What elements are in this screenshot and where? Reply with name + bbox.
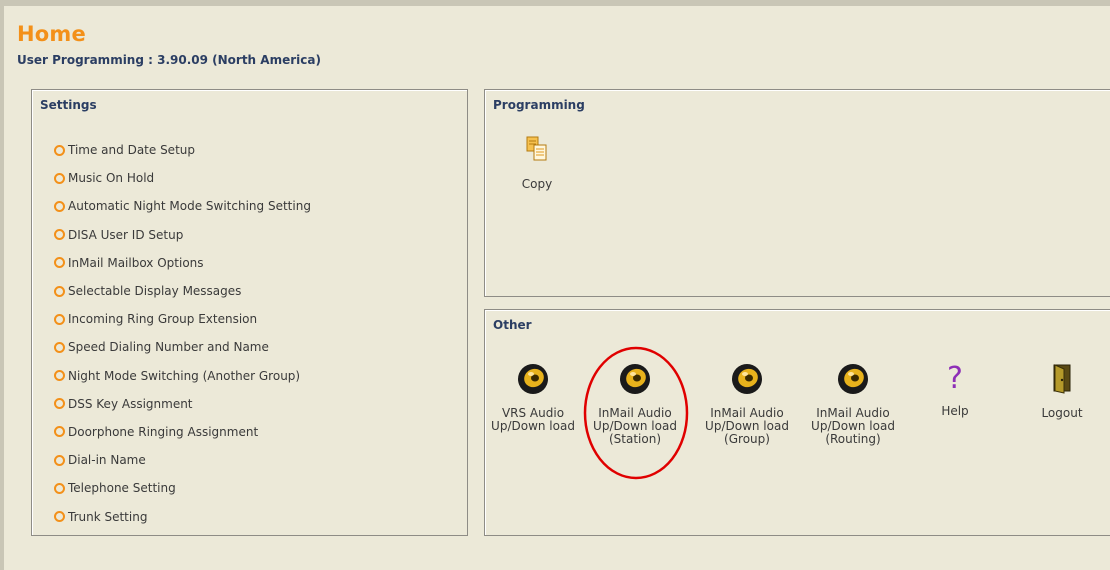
settings-item-label: DISA User ID Setup <box>68 227 184 242</box>
speaker-icon <box>732 364 762 394</box>
settings-item-night-mode-another-group[interactable]: Night Mode Switching (Another Group) <box>54 362 311 390</box>
settings-item-time-and-date-setup[interactable]: Time and Date Setup <box>54 136 311 164</box>
bullet-icon <box>54 370 65 382</box>
settings-item-music-on-hold[interactable]: Music On Hold <box>54 164 311 192</box>
bullet-icon <box>54 454 65 466</box>
settings-item-label: Doorphone Ringing Assignment <box>68 424 259 439</box>
logout-icon <box>1053 364 1071 394</box>
settings-panel: Settings Time and Date Setup Music On Ho… <box>31 89 468 536</box>
settings-item-speed-dialing[interactable]: Speed Dialing Number and Name <box>54 333 311 361</box>
speaker-icon <box>838 364 868 394</box>
other-panel-title: Other <box>493 318 532 332</box>
settings-item-label: Selectable Display Messages <box>68 284 242 299</box>
settings-item-dial-in-name[interactable]: Dial-in Name <box>54 446 311 474</box>
copy-label: Copy <box>521 177 553 191</box>
settings-item-selectable-display-messages[interactable]: Selectable Display Messages <box>54 277 311 305</box>
settings-item-doorphone-ringing[interactable]: Doorphone Ringing Assignment <box>54 418 311 446</box>
bullet-icon <box>54 398 65 410</box>
logout-label: Logout <box>1041 406 1083 420</box>
help-icon: ? <box>947 361 963 396</box>
settings-list: Time and Date Setup Music On Hold Automa… <box>54 136 311 531</box>
copy-icon <box>526 136 547 161</box>
settings-item-inmail-mailbox-options[interactable]: InMail Mailbox Options <box>54 249 311 277</box>
window-left-border <box>0 6 4 570</box>
settings-item-telephone-setting[interactable]: Telephone Setting <box>54 474 311 502</box>
speaker-icon <box>620 364 650 394</box>
settings-item-label: Speed Dialing Number and Name <box>68 340 269 355</box>
settings-item-label: DSS Key Assignment <box>68 396 193 411</box>
help-label: Help <box>941 404 969 418</box>
settings-panel-title: Settings <box>40 98 97 112</box>
bullet-icon <box>54 313 65 325</box>
settings-item-dss-key-assignment[interactable]: DSS Key Assignment <box>54 390 311 418</box>
page-subtitle: User Programming : 3.90.09 (North Americ… <box>17 53 321 67</box>
settings-item-incoming-ring-group-extension[interactable]: Incoming Ring Group Extension <box>54 305 311 333</box>
bullet-icon <box>54 285 65 297</box>
help-button[interactable]: ? Help <box>925 361 985 418</box>
inmail-audio-group-button[interactable]: InMail Audio Up/Down load (Group) <box>699 361 795 446</box>
settings-item-label: Trunk Setting <box>68 509 148 524</box>
bullet-icon <box>54 426 65 438</box>
inmail-audio-station-label: InMail Audio Up/Down load (Station) <box>593 406 677 446</box>
settings-item-label: Music On Hold <box>68 171 155 186</box>
programming-panel: Programming Copy <box>484 89 1110 297</box>
settings-item-label: Night Mode Switching (Another Group) <box>68 368 301 383</box>
bullet-icon <box>54 511 65 523</box>
copy-button[interactable]: Copy <box>509 136 565 191</box>
settings-item-trunk-setting[interactable]: Trunk Setting <box>54 502 311 530</box>
settings-item-label: Telephone Setting <box>68 481 176 496</box>
inmail-audio-routing-button[interactable]: InMail Audio Up/Down load (Routing) <box>805 361 901 446</box>
bullet-icon <box>54 257 65 269</box>
bullet-icon <box>54 144 65 156</box>
settings-item-label: InMail Mailbox Options <box>68 255 204 270</box>
speaker-icon <box>518 364 548 394</box>
bullet-icon <box>54 229 65 241</box>
programming-panel-title: Programming <box>493 98 585 112</box>
bullet-icon <box>54 172 65 184</box>
settings-item-label: Incoming Ring Group Extension <box>68 312 258 327</box>
settings-item-label: Automatic Night Mode Switching Setting <box>68 199 311 214</box>
settings-item-label: Time and Date Setup <box>68 143 195 158</box>
page-title: Home <box>17 22 86 46</box>
window-top-border <box>0 0 1110 6</box>
inmail-audio-routing-label: InMail Audio Up/Down load (Routing) <box>811 406 895 446</box>
other-panel: Other VRS Audio Up/Down load InMail Audi… <box>484 309 1110 536</box>
vrs-audio-label: VRS Audio Up/Down load <box>491 406 575 433</box>
settings-item-automatic-night-mode[interactable]: Automatic Night Mode Switching Setting <box>54 192 311 220</box>
bullet-icon <box>54 482 65 494</box>
settings-item-label: Dial-in Name <box>68 453 146 468</box>
inmail-audio-group-label: InMail Audio Up/Down load (Group) <box>705 406 789 446</box>
inmail-audio-station-button[interactable]: InMail Audio Up/Down load (Station) <box>587 361 683 446</box>
bullet-icon <box>54 341 65 353</box>
settings-item-disa-user-id-setup[interactable]: DISA User ID Setup <box>54 221 311 249</box>
logout-button[interactable]: Logout <box>1031 361 1093 420</box>
bullet-icon <box>54 200 65 212</box>
vrs-audio-button[interactable]: VRS Audio Up/Down load <box>491 361 575 433</box>
